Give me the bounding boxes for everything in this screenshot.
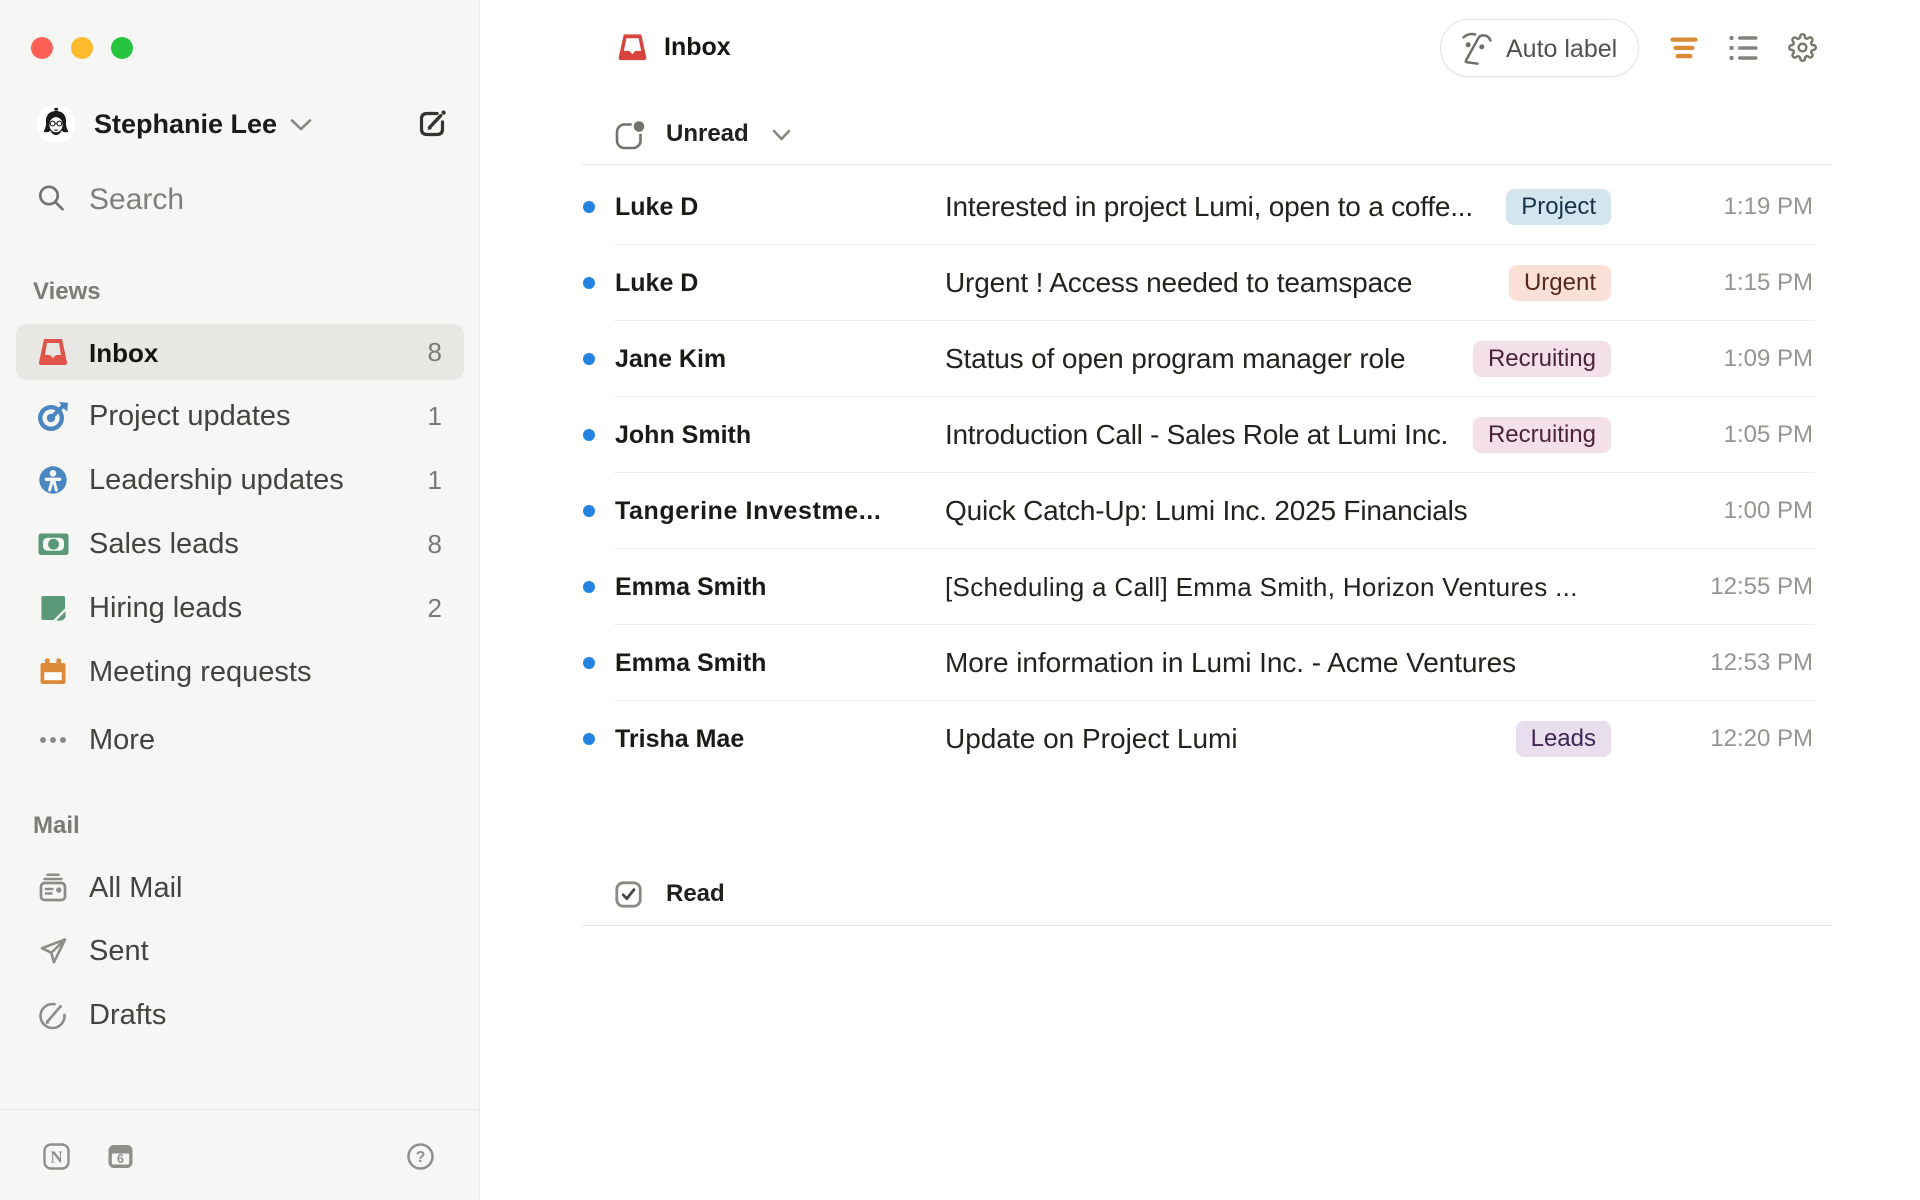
svg-text:N: N: [50, 1148, 63, 1167]
svg-text:?: ?: [416, 1149, 426, 1166]
svg-text:6: 6: [117, 1152, 124, 1166]
